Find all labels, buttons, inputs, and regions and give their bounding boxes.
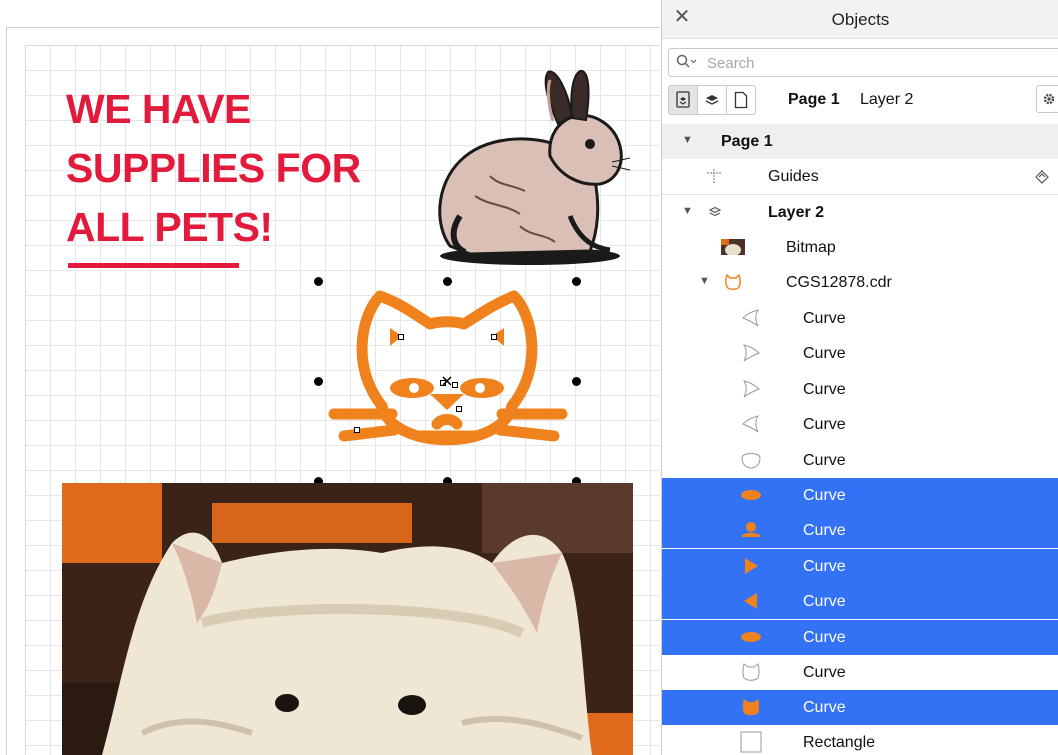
selection-handle-top-middle[interactable] [443,277,452,286]
tree-row-guides[interactable]: Guides [662,159,1058,195]
tree-group-label: CGS12878.cdr [786,274,892,291]
tree-row-curve[interactable]: Curve [662,655,1058,690]
curve-node[interactable] [354,427,360,433]
layer-icon [701,200,729,224]
page-icon [734,91,748,109]
layers-icon [705,95,719,105]
headline-underline[interactable] [68,263,239,268]
rectangle-icon [737,730,765,754]
headline-text[interactable]: WE HAVE SUPPLIES FOR ALL PETS! [66,80,361,257]
search-icon [676,54,697,68]
panel-header: ✕ Objects [662,0,1058,39]
expand-arrow-icon[interactable]: ▼ [682,134,693,146]
tree-row-curve-selected[interactable]: Curve [662,620,1058,655]
tree-row-curve[interactable]: Curve [662,443,1058,478]
tree-row-page[interactable]: ▼ Page 1 [662,124,1058,159]
tree-guides-label: Guides [768,168,819,185]
tree-curve-label: Curve [803,452,846,469]
tree-curve-label: Curve [803,629,846,646]
objects-view-button[interactable] [726,85,756,115]
tree-curve-label: Curve [803,558,846,575]
tree-layer-label: Layer 2 [768,204,825,221]
curve-eye-icon [737,625,765,649]
tree-curve-label: Curve [803,345,846,362]
headline-line-1: WE HAVE [66,86,251,132]
layers-view-button[interactable] [697,85,727,115]
tree-row-curve[interactable]: Curve [662,372,1058,407]
current-layer-label: Layer 2 [860,91,914,108]
curve-right-triangle-icon [737,554,765,578]
current-page-label: Page 1 [788,91,840,108]
panel-options-button[interactable] [1036,85,1058,113]
curve-left-ear-icon [737,412,765,436]
expand-arrow-icon[interactable]: ▼ [699,275,710,287]
selection-handle-top-right[interactable] [572,277,581,286]
tree-row-group[interactable]: ▼ CGS12878.cdr [662,265,1058,300]
curve-node[interactable] [456,406,462,412]
tree-curve-label: Curve [803,664,846,681]
pages-layers-icon [676,91,690,108]
objects-panel: ✕ Objects Page 1 [661,0,1058,755]
pages-view-button[interactable] [668,85,698,115]
rabbit-illustration[interactable] [430,66,630,271]
tree-curve-label: Curve [803,593,846,610]
canvas-border-left [6,27,7,755]
curve-left-triangle-icon [737,589,765,613]
tree-bitmap-label: Bitmap [786,239,836,256]
panel-title: Objects [831,10,890,29]
tree-row-bitmap[interactable]: Bitmap [662,230,1058,265]
tree-row-curve-selected[interactable]: Curve [662,478,1058,513]
selection-handle-middle-right[interactable] [572,377,581,386]
curve-right-ear-icon [737,377,765,401]
bitmap-thumbnail-icon [719,235,747,259]
tree-curve-label: Curve [803,381,846,398]
tree-row-curve[interactable]: Curve [662,336,1058,371]
search-box[interactable] [668,48,1058,77]
tree-row-layer[interactable]: ▼ Layer 2 [662,195,1058,230]
curve-nose-icon [737,518,765,542]
dog-photo-bitmap[interactable] [62,483,633,755]
tree-page-label: Page 1 [721,133,773,150]
curve-node[interactable] [491,334,497,340]
curve-cat-outline-icon [737,660,765,684]
tree-curve-label: Curve [803,522,846,539]
center-x-marker [442,376,452,386]
guides-icon [700,164,728,188]
expand-arrow-icon[interactable]: ▼ [682,205,693,217]
headline-line-3: ALL PETS! [66,204,273,250]
lock-icon[interactable] [1028,164,1056,188]
tree-row-curve-selected[interactable]: Curve [662,690,1058,725]
headline-line-2: SUPPLIES FOR [66,145,361,191]
tree-curve-label: Curve [803,487,846,504]
selection-handle-middle-left[interactable] [314,377,323,386]
tree-row-curve[interactable]: Curve [662,301,1058,336]
search-input[interactable] [705,52,1009,74]
canvas-border-top [6,27,660,28]
cat-group-icon [719,270,747,294]
curve-right-ear-icon [737,341,765,365]
tree-row-curve-selected[interactable]: Curve [662,549,1058,584]
curve-head-outline-icon [737,448,765,472]
curve-left-ear-icon [737,306,765,330]
tree-row-curve[interactable]: Curve [662,407,1058,442]
drawing-canvas[interactable]: WE HAVE SUPPLIES FOR ALL PETS! [0,0,660,755]
selection-handle-top-left[interactable] [314,277,323,286]
tree-row-rectangle[interactable]: Rectangle [662,725,1058,755]
tree-curve-label: Curve [803,310,846,327]
curve-cat-fill-icon [737,695,765,719]
gear-icon [1043,93,1055,105]
curve-node[interactable] [398,334,404,340]
tree-rectangle-label: Rectangle [803,734,876,751]
tree-row-curve-selected[interactable]: Curve [662,513,1058,548]
panel-toolbar: Page 1 Layer 2 [662,81,1058,121]
tree-curve-label: Curve [803,416,846,433]
curve-eye-icon [737,483,765,507]
tree-curve-label: Curve [803,699,846,716]
tree-row-curve-selected[interactable]: Curve [662,584,1058,619]
